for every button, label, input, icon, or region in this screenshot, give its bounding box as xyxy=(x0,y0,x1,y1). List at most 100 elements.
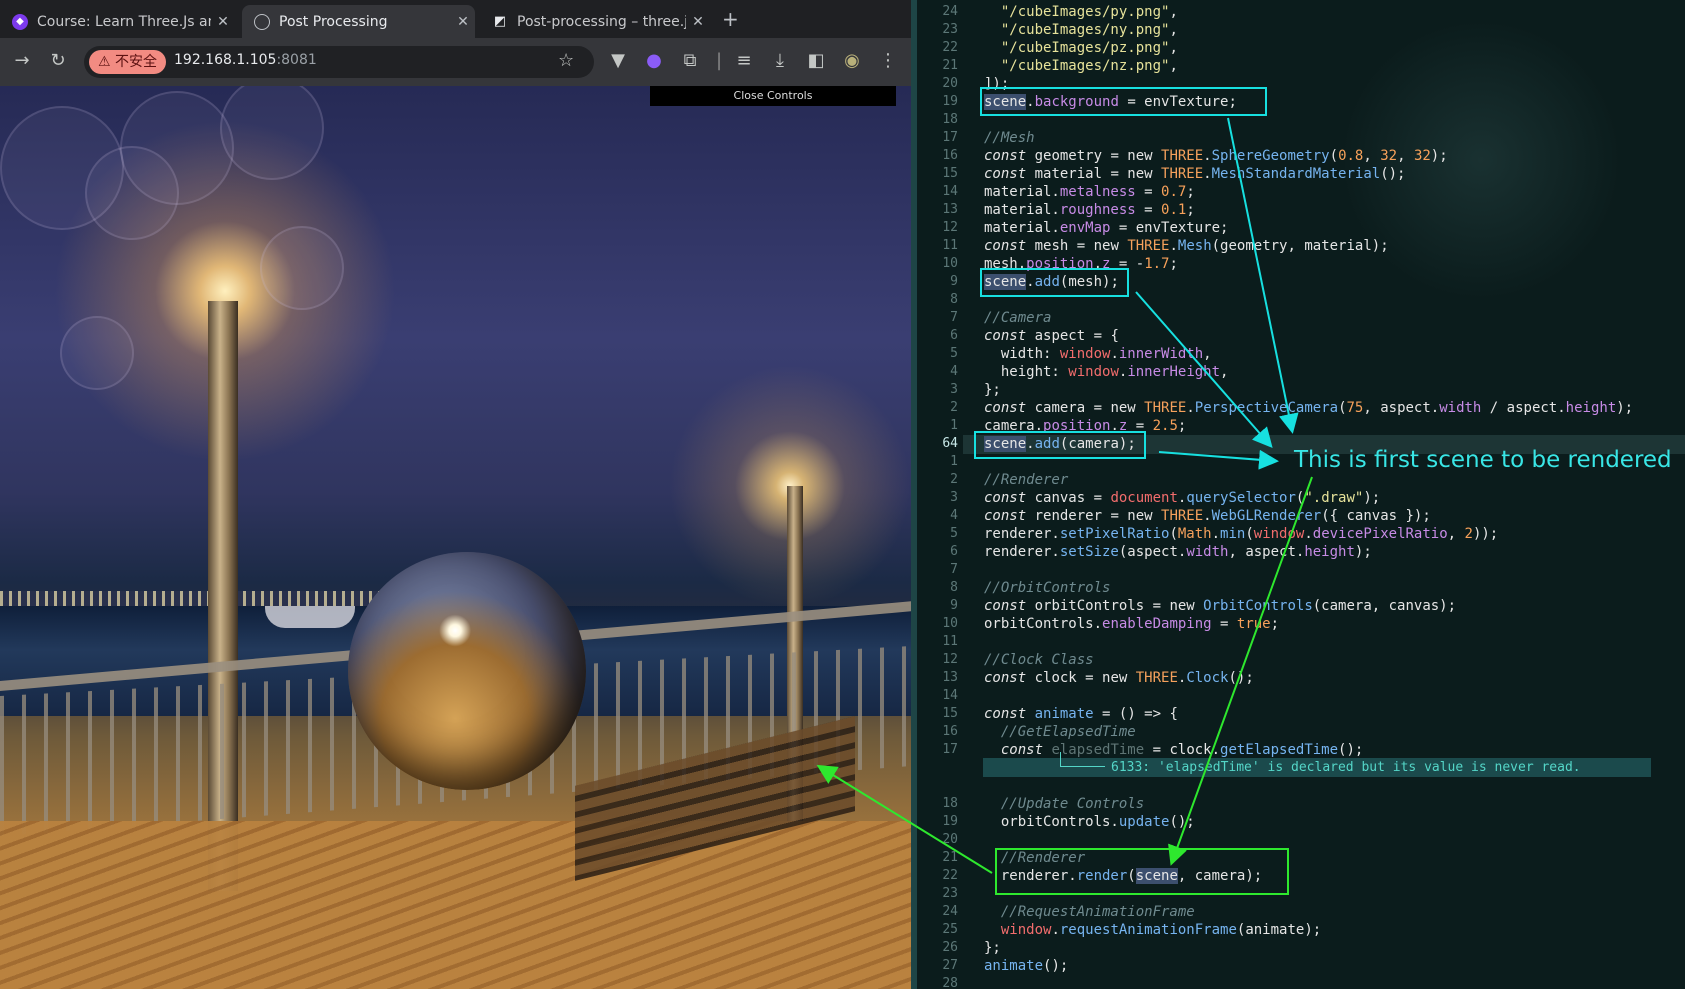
code-line: }; xyxy=(984,382,1001,398)
line-number: 3 xyxy=(950,382,958,397)
address-bar[interactable]: ⚠ 不安全 192.168.1.105:8081 ☆ xyxy=(84,46,594,78)
code-line: "/cubeImages/nz.png", xyxy=(1000,58,1178,74)
line-number: 4 xyxy=(950,364,958,379)
line-number: 10 xyxy=(942,256,958,271)
close-icon[interactable]: ✕ xyxy=(686,14,710,30)
code-line: const renderer = new THREE.WebGLRenderer… xyxy=(984,508,1431,524)
code-line: orbitControls.update(); xyxy=(984,814,1195,830)
code-line: const clock = new THREE.Clock(); xyxy=(984,670,1254,686)
wooden-deck xyxy=(0,821,911,989)
code-line: height: window.innerHeight, xyxy=(984,364,1229,380)
ferry-boat xyxy=(265,606,355,628)
line-number: 6 xyxy=(950,328,958,343)
code-line: const geometry = new THREE.SphereGeometr… xyxy=(984,148,1448,164)
code-line: const aspect = { xyxy=(984,328,1119,344)
line-number: 2 xyxy=(950,472,958,487)
code-line: //RequestAnimationFrame xyxy=(1000,904,1195,920)
bokeh-circle xyxy=(0,106,124,230)
threejs-icon: ◩ xyxy=(493,14,507,29)
bokeh-circle xyxy=(60,316,134,390)
menu-kebab-icon[interactable]: ⋮ xyxy=(876,50,900,71)
line-number: 20 xyxy=(942,76,958,91)
line-number: 21 xyxy=(942,850,958,865)
tab-post-processing[interactable]: Post Processing ✕ xyxy=(242,5,475,38)
forward-icon[interactable]: → xyxy=(10,50,34,71)
annotation-box-background xyxy=(980,87,1267,116)
bokeh-circle xyxy=(120,91,234,205)
code-line: //GetElapsedTime xyxy=(1000,724,1136,740)
line-number: 11 xyxy=(942,634,958,649)
bookmark-star-icon[interactable]: ☆ xyxy=(558,50,574,71)
line-number: 8 xyxy=(950,292,958,307)
tab-threejs-docs[interactable]: ◩ Post-processing – three.js ✕ xyxy=(480,5,710,38)
code-line: animate(); xyxy=(984,958,1069,974)
code-line: const material = new THREE.MeshStandardM… xyxy=(984,166,1406,182)
code-line: const mesh = new THREE.Mesh(geometry, ma… xyxy=(984,238,1389,254)
reading-list-icon[interactable]: ≡ xyxy=(732,50,756,71)
extension-icon[interactable]: ● xyxy=(642,50,666,71)
code-line: //Clock Class xyxy=(984,652,1094,668)
browser-toolbar: → ↻ ⚠ 不安全 192.168.1.105:8081 ☆ ▼ ● ⧉ | ≡… xyxy=(0,38,911,86)
line-number: 17 xyxy=(942,130,958,145)
browser-window: ◆ Course: Learn Three.Js and ✕ Post Proc… xyxy=(0,0,911,989)
tab-bar: ◆ Course: Learn Three.Js and ✕ Post Proc… xyxy=(0,0,911,38)
code-line: //Mesh xyxy=(984,130,1035,146)
url-port: :8081 xyxy=(276,52,317,68)
code-line: const orbitControls = new OrbitControls(… xyxy=(984,598,1457,614)
diagnostic-text: 6133: 'elapsedTime' is declared but its … xyxy=(1111,760,1581,775)
bokeh-circle xyxy=(260,226,344,310)
code-line: //Camera xyxy=(984,310,1052,326)
line-number: 14 xyxy=(942,184,958,199)
line-number: 7 xyxy=(950,310,958,325)
line-number: 21 xyxy=(942,58,958,73)
tab-title: Post-processing – three.js xyxy=(517,13,686,30)
line-number: 24 xyxy=(942,904,958,919)
diagnostic-pointer xyxy=(1060,752,1105,767)
code-line: "/cubeImages/py.png", xyxy=(1000,4,1178,20)
download-icon[interactable]: ⤓ xyxy=(768,50,792,71)
vue-devtools-icon[interactable]: ▼ xyxy=(606,50,630,71)
line-number: 25 xyxy=(942,922,958,937)
line-number: 23 xyxy=(942,22,958,37)
code-line: orbitControls.enableDamping = true; xyxy=(984,616,1280,632)
side-panel-icon[interactable]: ◧ xyxy=(804,50,828,71)
code-editor[interactable]: 24 23 22 21 20 19 18 17 16 15 14 13 12 11 10 9 8 7 6 5 4 3 2 1 6… xyxy=(911,0,1685,989)
code-line: }; xyxy=(984,940,1001,956)
line-number: 15 xyxy=(942,166,958,181)
line-number: 1 xyxy=(950,418,958,433)
line-number: 14 xyxy=(942,688,958,703)
close-icon[interactable]: ✕ xyxy=(451,14,475,30)
line-number: 12 xyxy=(942,652,958,667)
line-number: 2 xyxy=(950,400,958,415)
line-number: 8 xyxy=(950,580,958,595)
webgl-canvas[interactable]: Close Controls xyxy=(0,86,911,989)
close-controls-button[interactable]: Close Controls xyxy=(650,86,896,106)
course-icon: ◆ xyxy=(12,13,28,30)
line-number: 20 xyxy=(942,832,958,847)
code-line: width: window.innerWidth, xyxy=(984,346,1212,362)
line-number: 12 xyxy=(942,220,958,235)
line-number: 9 xyxy=(950,274,958,289)
line-number: 6 xyxy=(950,544,958,559)
tab-title: Post Processing xyxy=(279,13,388,30)
security-warning-badge[interactable]: ⚠ 不安全 xyxy=(89,50,167,74)
puzzle-extensions-icon[interactable]: ⧉ xyxy=(678,50,702,71)
code-line: material.roughness = 0.1; xyxy=(984,202,1195,218)
reflective-sphere-mesh xyxy=(348,552,586,790)
globe-icon xyxy=(254,13,270,30)
line-number: 16 xyxy=(942,148,958,163)
line-number: 5 xyxy=(950,346,958,361)
line-number: 17 xyxy=(942,742,958,757)
profile-avatar-icon[interactable]: ◉ xyxy=(840,50,864,71)
url-host: 192.168.1.105 xyxy=(174,52,277,68)
code-line: "/cubeImages/pz.png", xyxy=(1000,40,1178,56)
line-number: 28 xyxy=(942,976,958,989)
code-line: //Update Controls xyxy=(1000,796,1145,812)
tab-title: Course: Learn Three.Js and xyxy=(37,13,211,30)
tab-course[interactable]: ◆ Course: Learn Three.Js and ✕ xyxy=(0,5,235,38)
reload-icon[interactable]: ↻ xyxy=(46,50,70,71)
line-number: 15 xyxy=(942,706,958,721)
new-tab-button[interactable]: + xyxy=(722,7,739,31)
line-number: 18 xyxy=(942,112,958,127)
close-icon[interactable]: ✕ xyxy=(211,14,235,30)
